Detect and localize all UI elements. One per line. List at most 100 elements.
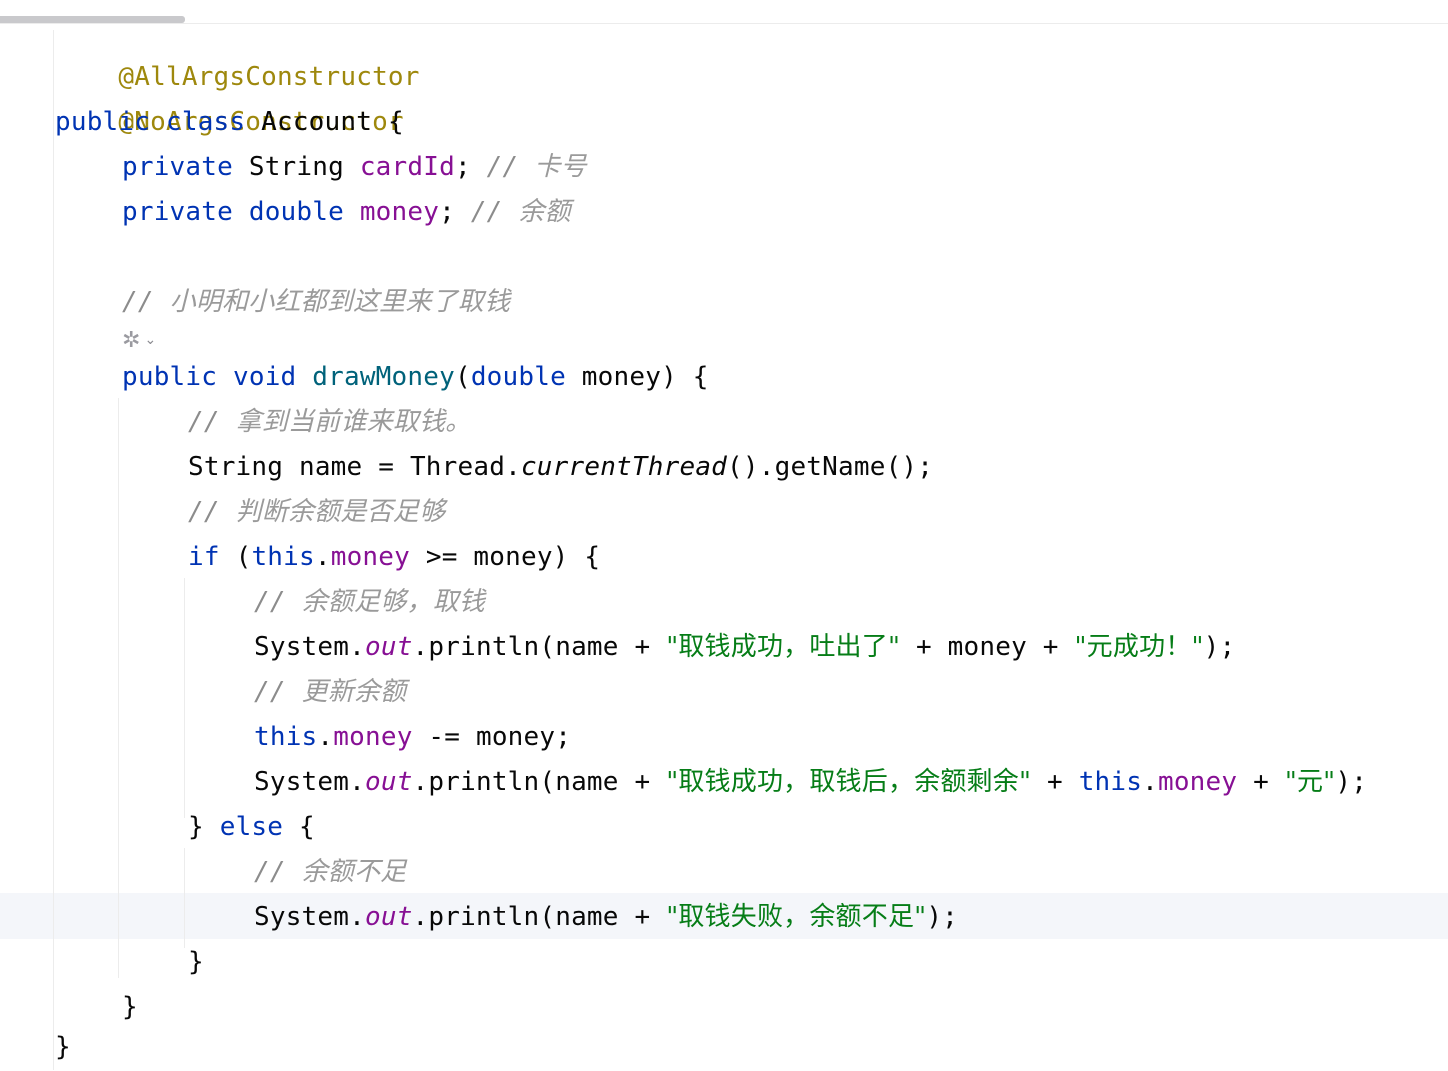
type-name: double xyxy=(248,197,344,227)
ai-sparkle-icon[interactable]: ✲ xyxy=(122,328,140,353)
code-text: .println(name + xyxy=(412,767,667,797)
punctuation: . xyxy=(1142,767,1158,797)
code-line-16[interactable]: System.out.println(name + "取钱成功，取钱后，余额剩余… xyxy=(254,760,1367,805)
keyword-this: this xyxy=(254,722,318,752)
code-text: name = Thread. xyxy=(283,452,521,482)
code-text: .println(name + xyxy=(412,902,667,932)
punctuation: } xyxy=(55,1032,71,1062)
field-name: money xyxy=(333,722,413,752)
code-text: System. xyxy=(254,767,365,797)
punctuation: } xyxy=(188,812,220,842)
keyword: private xyxy=(122,152,233,182)
comment-mark: // xyxy=(254,587,286,617)
comment-text: 判断余额是否足够 xyxy=(235,497,446,527)
string-literal: "取钱成功，吐出了" xyxy=(666,632,901,662)
code-line-7[interactable]: public void drawMoney(double money) { xyxy=(122,355,709,400)
keyword-this: this xyxy=(251,542,315,572)
punctuation: { xyxy=(372,107,404,137)
keyword-this: this xyxy=(1078,767,1143,797)
comment-text: 更新余额 xyxy=(301,677,407,707)
param-name: money xyxy=(581,362,662,392)
code-line-6[interactable]: // 小明和小红都到这里来了取钱 xyxy=(122,280,510,325)
field-name: money xyxy=(359,197,440,227)
comment-mark: // xyxy=(188,407,220,437)
code-line-17[interactable]: } else { xyxy=(188,805,315,850)
static-method: currentThread xyxy=(520,452,728,482)
code-line-2[interactable]: @NoArgsConstructor xyxy=(55,55,404,137)
code-text: System. xyxy=(254,902,365,932)
code-text: + xyxy=(1237,767,1285,797)
code-text: -= money; xyxy=(412,722,572,752)
keyword: class xyxy=(165,107,246,137)
code-line-1[interactable]: @AllArgsConstructor xyxy=(55,10,420,92)
string-literal: "取钱成功，取钱后，余额剩余" xyxy=(666,767,1032,797)
code-text: + money + xyxy=(900,632,1075,662)
type-name: String xyxy=(248,152,344,182)
punctuation: ( xyxy=(219,542,252,572)
comment-mark: // xyxy=(254,677,286,707)
code-line-14[interactable]: // 更新余额 xyxy=(254,670,406,715)
comment-text: 余额足够，取钱 xyxy=(301,587,485,617)
code-line-22[interactable]: } xyxy=(55,1025,71,1070)
ai-assistant-gutter-hint[interactable]: ✲ ⌄ xyxy=(122,326,156,354)
code-text: >= money) { xyxy=(410,542,601,572)
code-text: .println(name + xyxy=(412,632,667,662)
comment-mark: // xyxy=(254,857,286,887)
comment-mark: // xyxy=(470,197,503,227)
indent-guide xyxy=(118,398,119,978)
string-literal: "元" xyxy=(1284,767,1336,797)
code-line-20[interactable]: } xyxy=(188,940,204,985)
comment-text: 拿到当前谁来取钱。 xyxy=(235,407,472,437)
code-line-9[interactable]: String name = Thread.currentThread().get… xyxy=(188,445,933,490)
punctuation: ( xyxy=(454,362,471,392)
code-line-13[interactable]: System.out.println(name + "取钱成功，吐出了" + m… xyxy=(254,625,1235,670)
code-editor[interactable]: @AllArgsConstructor @NoArgsConstructor p… xyxy=(0,0,1448,1071)
field-name: cardId xyxy=(359,152,455,182)
string-literal: "取钱失败，余额不足" xyxy=(666,902,927,932)
param-type: double xyxy=(470,362,566,392)
punctuation: { xyxy=(283,812,315,842)
comment-text: 余额 xyxy=(518,197,571,227)
code-text: ); xyxy=(926,902,959,932)
comment-text: 卡号 xyxy=(534,152,587,182)
comment-mark: // xyxy=(122,287,154,317)
indent-guide xyxy=(184,578,185,818)
comment-text: 小明和小红都到这里来了取钱 xyxy=(169,287,511,317)
keyword: public xyxy=(55,107,151,137)
code-line-4[interactable]: private String cardId; // 卡号 xyxy=(122,145,587,190)
string-literal: "元成功！" xyxy=(1074,632,1204,662)
keyword: private xyxy=(122,197,233,227)
code-text: + xyxy=(1031,767,1079,797)
chevron-down-icon[interactable]: ⌄ xyxy=(144,332,156,348)
comment-mark: // xyxy=(486,152,519,182)
punctuation: ; xyxy=(439,197,455,227)
comment-mark: // xyxy=(188,497,220,527)
static-field: out xyxy=(364,902,413,932)
code-text: ); xyxy=(1203,632,1236,662)
code-line-11[interactable]: if (this.money >= money) { xyxy=(188,535,600,580)
punctuation: } xyxy=(122,992,138,1022)
code-line-19[interactable]: System.out.println(name + "取钱失败，余额不足"); xyxy=(254,895,958,940)
indent-guide xyxy=(184,848,185,948)
code-text: System. xyxy=(254,632,365,662)
code-line-10[interactable]: // 判断余额是否足够 xyxy=(188,490,445,535)
type-name: String xyxy=(188,452,284,482)
class-name: Account xyxy=(261,107,373,137)
indent-guide xyxy=(53,30,54,1070)
code-text: ); xyxy=(1335,767,1368,797)
code-line-3[interactable]: public class Account { xyxy=(55,100,404,145)
code-line-12[interactable]: // 余额足够，取钱 xyxy=(254,580,485,625)
punctuation: ; xyxy=(454,152,471,182)
punctuation: ) { xyxy=(661,362,709,392)
code-text: ().getName(); xyxy=(727,452,934,482)
keyword: if xyxy=(188,542,220,572)
code-line-21[interactable]: } xyxy=(122,985,138,1030)
comment-text: 余额不足 xyxy=(301,857,407,887)
field-name: money xyxy=(1157,767,1238,797)
code-line-5[interactable]: private double money; // 余额 xyxy=(122,190,571,235)
code-line-8[interactable]: // 拿到当前谁来取钱。 xyxy=(188,400,471,445)
punctuation: . xyxy=(317,722,334,752)
code-line-18[interactable]: // 余额不足 xyxy=(254,850,406,895)
code-line-15[interactable]: this.money -= money; xyxy=(254,715,571,760)
static-field: out xyxy=(364,767,413,797)
